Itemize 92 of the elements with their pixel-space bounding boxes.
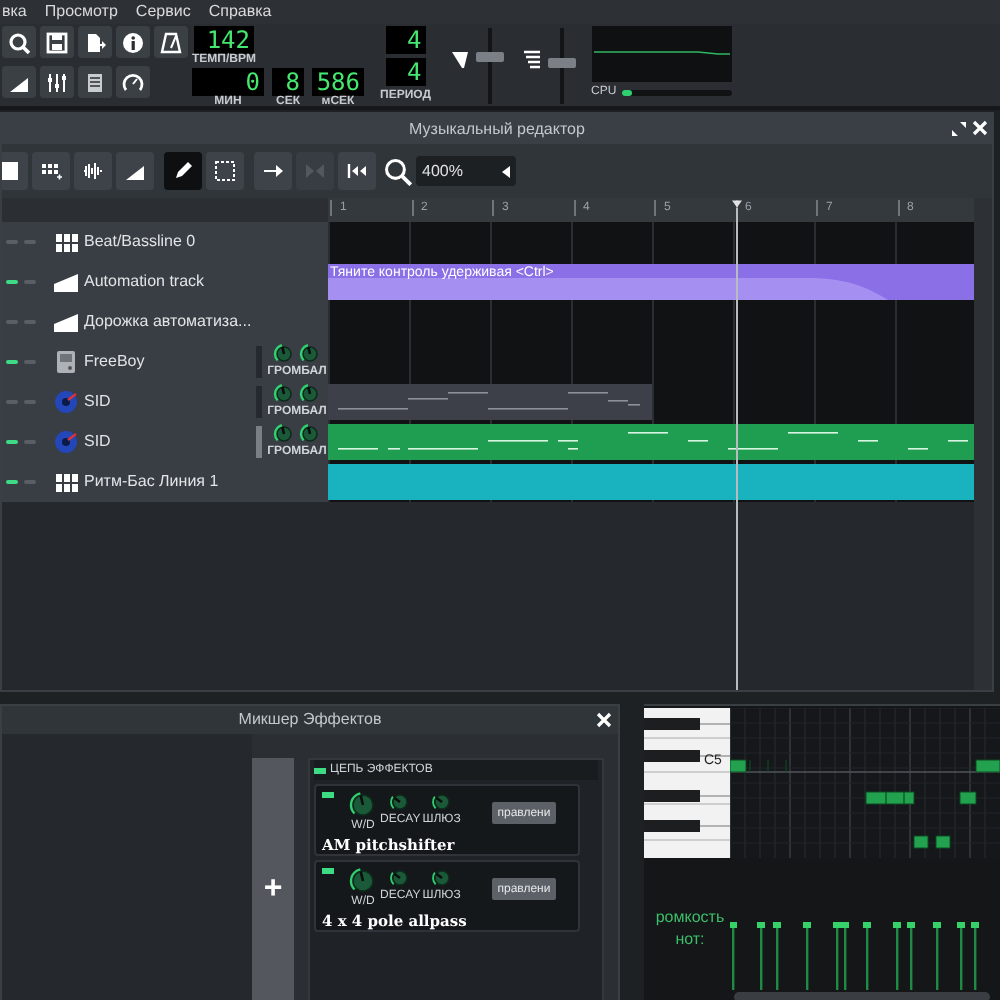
- maximize-icon[interactable]: [952, 122, 966, 136]
- grid-icon: [55, 233, 77, 251]
- tool-button[interactable]: [338, 152, 376, 190]
- pitch-icon: [523, 50, 539, 70]
- knob[interactable]: [388, 866, 413, 890]
- add-effect-button[interactable]: +: [252, 758, 294, 1000]
- mirror-arrows-icon: [304, 160, 326, 182]
- document-arrow-icon: [84, 31, 106, 53]
- lcd-display: 0: [192, 68, 264, 96]
- window-title: Микшер Эффектов: [238, 708, 382, 732]
- slider-track[interactable]: [475, 28, 503, 104]
- document-icon: [84, 71, 106, 93]
- track-header[interactable]: Automation track: [2, 262, 328, 302]
- sliders-icon: [46, 71, 68, 93]
- toolbar-button[interactable]: [2, 26, 36, 58]
- knob[interactable]: [272, 342, 296, 366]
- toolbar-button[interactable]: [2, 66, 36, 98]
- disc-icon: [54, 390, 78, 414]
- toolbar-button[interactable]: [154, 26, 188, 58]
- knob[interactable]: [388, 790, 413, 814]
- chain-led[interactable]: [314, 767, 326, 773]
- track-name: SID: [84, 390, 111, 414]
- info-icon: [122, 31, 144, 53]
- close-icon[interactable]: [972, 120, 988, 136]
- handheld-console-icon: [56, 350, 76, 374]
- lcd-display: 4: [385, 26, 426, 54]
- menu-item[interactable]: Справка: [208, 4, 272, 20]
- waveform-icon: [82, 160, 104, 182]
- tool-button[interactable]: [32, 152, 70, 190]
- zoom-dropdown[interactable]: 400%: [416, 156, 516, 186]
- knob[interactable]: [429, 866, 454, 890]
- magnifier-icon: [8, 31, 30, 53]
- lcd-display: 142: [194, 26, 254, 54]
- magnifier-icon: [384, 157, 412, 185]
- activity-indicator: [256, 426, 262, 458]
- volume-icon: [451, 50, 467, 70]
- lcd-display: 8: [272, 68, 304, 96]
- slider-track[interactable]: [547, 28, 575, 104]
- knob[interactable]: [298, 382, 322, 406]
- dashed-rectangle-icon: [214, 160, 236, 182]
- track-name: Automation track: [84, 270, 205, 294]
- menu-item[interactable]: Сервис: [135, 4, 191, 20]
- menu-item[interactable]: Просмотр: [44, 4, 118, 20]
- knob[interactable]: [348, 790, 378, 820]
- tool-button[interactable]: [206, 152, 244, 190]
- knob[interactable]: [298, 422, 322, 446]
- grid-icon: [55, 473, 77, 491]
- toolbar-button[interactable]: [116, 26, 150, 58]
- track-name: FreeBoy: [84, 350, 145, 374]
- ramp-icon: [54, 313, 78, 331]
- horizontal-scrollbar[interactable]: [734, 992, 990, 1000]
- floppy-icon: [46, 31, 68, 53]
- ramp-icon: [54, 273, 78, 291]
- toolbar-button[interactable]: [78, 66, 112, 98]
- gauge-icon: [122, 71, 144, 93]
- lcd-display: 4: [385, 58, 426, 86]
- skip-back-icon: [346, 160, 368, 182]
- pencil-icon: [172, 160, 194, 182]
- track-name: Дорожка автоматиза...: [84, 310, 252, 334]
- track-name: SID: [84, 430, 111, 454]
- menu-item[interactable]: вка: [2, 4, 27, 20]
- metronome-icon: [160, 31, 182, 53]
- disc-icon: [54, 430, 78, 454]
- tool-button[interactable]: [254, 152, 292, 190]
- tool-button[interactable]: [74, 152, 112, 190]
- knob[interactable]: [272, 422, 296, 446]
- toolbar-button[interactable]: [78, 26, 112, 58]
- arrow-right-icon: [262, 160, 284, 182]
- lcd-display: 586: [312, 68, 364, 96]
- knob[interactable]: [348, 866, 378, 896]
- slider-thumb[interactable]: [547, 57, 575, 68]
- ramp-icon: [124, 160, 146, 182]
- cpu-graph: [591, 26, 731, 82]
- knob[interactable]: [298, 342, 322, 366]
- toolbar-button[interactable]: [116, 66, 150, 98]
- slider-thumb[interactable]: [475, 51, 503, 62]
- window-title: Музыкальный редактор: [409, 117, 585, 141]
- grid-plus-icon: [40, 160, 62, 182]
- track-header[interactable]: Ритм-Бас Линия 1: [2, 462, 328, 502]
- close-icon[interactable]: [596, 712, 612, 728]
- toolbar-button[interactable]: [40, 26, 74, 58]
- tool-button[interactable]: [116, 152, 154, 190]
- pattern-clip[interactable]: [328, 384, 652, 420]
- knob[interactable]: [272, 382, 296, 406]
- tool-button[interactable]: [164, 152, 202, 190]
- track-name: Beat/Bassline 0: [84, 230, 196, 254]
- knob[interactable]: [429, 790, 454, 814]
- track-name: Ритм-Бас Линия 1: [84, 470, 219, 494]
- caret-icon: [502, 165, 510, 177]
- toolbar-button[interactable]: [40, 66, 74, 98]
- velocity-label: ромкость нот:: [653, 906, 727, 950]
- scrollbar[interactable]: [974, 198, 992, 690]
